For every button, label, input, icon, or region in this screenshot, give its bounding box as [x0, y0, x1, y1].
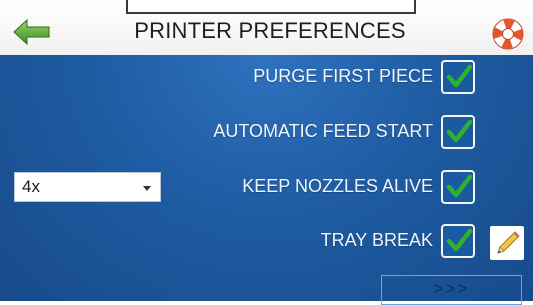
- checkmark-icon: [446, 228, 473, 252]
- option-label-automatic-feed-start: AUTOMATIC FEED START: [213, 121, 433, 141]
- header-bar: PRINTER PREFERENCES: [0, 0, 533, 55]
- nozzle-interval-select[interactable]: 4x: [14, 172, 161, 202]
- help-button[interactable]: [489, 16, 527, 52]
- checkbox-tray-break[interactable]: [441, 224, 475, 258]
- lifebuoy-help-icon: [492, 18, 524, 50]
- checkbox-keep-nozzles-alive[interactable]: [441, 170, 475, 204]
- top-tab: [126, 0, 416, 14]
- edit-tray-break-button[interactable]: [490, 226, 524, 260]
- checkbox-purge-first-piece[interactable]: [441, 60, 475, 94]
- option-label-keep-nozzles-alive: KEEP NOZZLES ALIVE: [242, 176, 433, 196]
- checkmark-icon: [446, 174, 473, 198]
- select-value: 4x: [22, 177, 40, 196]
- option-label-tray-break: TRAY BREAK: [320, 230, 433, 250]
- checkmark-icon: [446, 119, 473, 143]
- checkbox-automatic-feed-start[interactable]: [441, 115, 475, 149]
- back-arrow-icon: [13, 18, 50, 46]
- chevron-down-icon: [143, 186, 151, 191]
- checkmark-icon: [446, 64, 473, 88]
- back-button[interactable]: [12, 17, 52, 47]
- option-label-purge-first-piece: PURGE FIRST PIECE: [253, 66, 433, 86]
- page-title: PRINTER PREFERENCES: [134, 18, 406, 43]
- pencil-icon: [497, 231, 520, 254]
